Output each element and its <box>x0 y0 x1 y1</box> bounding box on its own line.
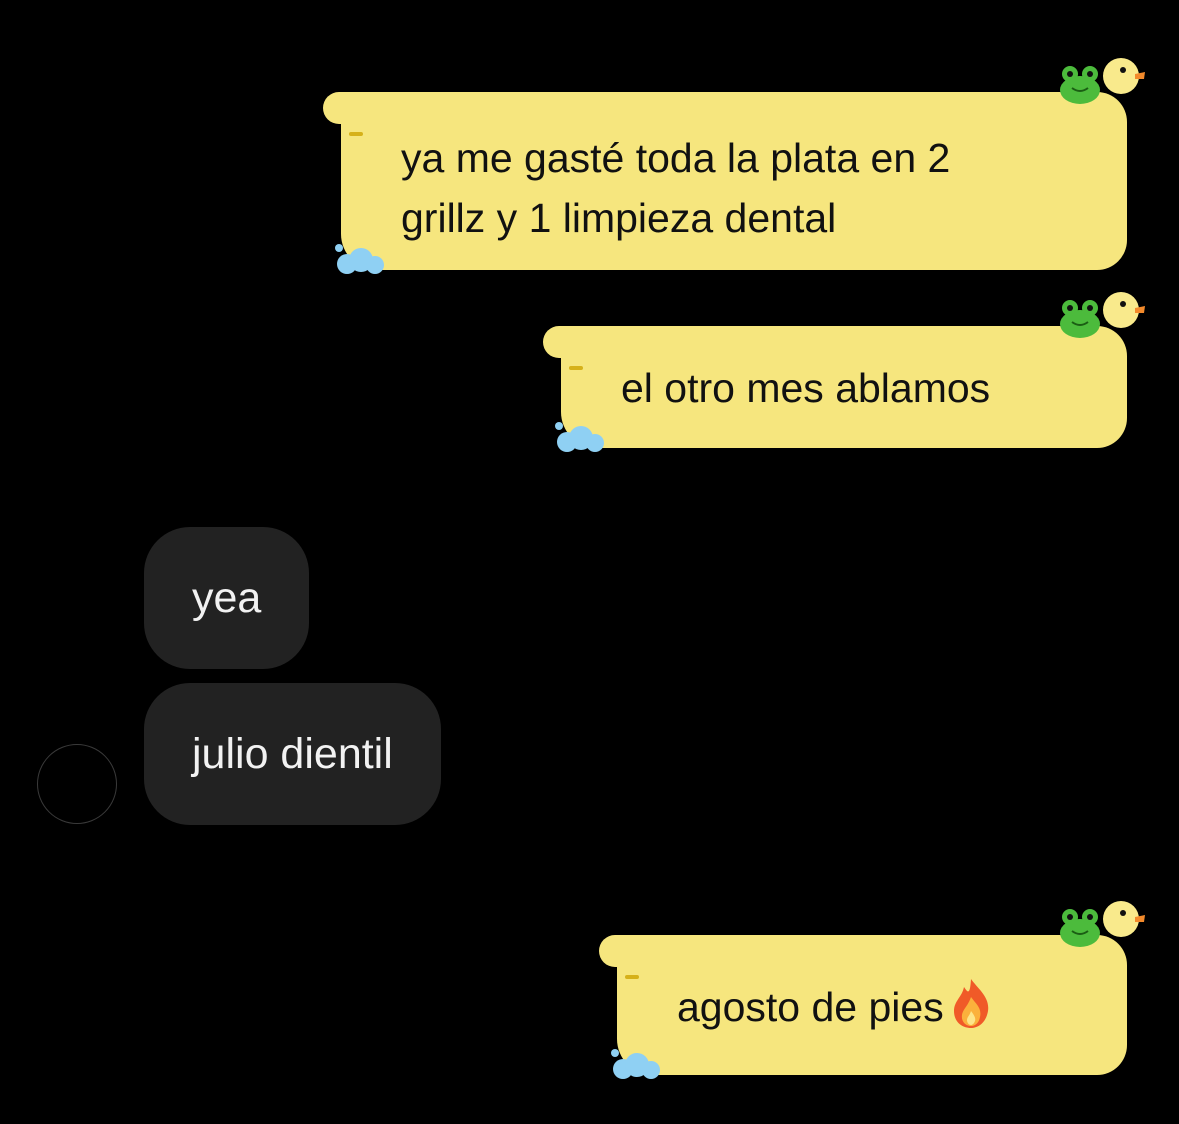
duck-tail-mark <box>625 975 639 979</box>
message-text: agosto de pies <box>677 984 944 1030</box>
bubble-tail <box>323 92 359 124</box>
avatar[interactable] <box>37 744 117 824</box>
message-bubble-received[interactable]: yea <box>144 527 310 669</box>
cloud-icon <box>611 1049 660 1079</box>
bubble-tail <box>543 326 579 358</box>
message-text: ya me gasté toda la plata en 2 grillz y … <box>401 135 951 241</box>
message-text: yea <box>192 574 262 622</box>
chat-thread: ya me gasté toda la plata en 2 grillz y … <box>0 0 1179 1124</box>
duck-tail-mark <box>569 366 583 370</box>
message-bubble-sent[interactable]: ya me gasté toda la plata en 2 grillz y … <box>323 58 1145 274</box>
cloud-icon <box>335 244 384 274</box>
message-bubble-sent[interactable]: el otro mes ablamos <box>543 292 1145 452</box>
duck-icon <box>1103 901 1145 937</box>
frog-icon <box>1060 300 1100 338</box>
cloud-icon <box>555 422 604 452</box>
message-text: el otro mes ablamos <box>621 365 991 411</box>
frog-icon <box>1060 66 1100 104</box>
bubble-tail <box>599 935 635 967</box>
duck-icon <box>1103 292 1145 328</box>
fire-icon <box>953 979 988 1028</box>
duck-tail-mark <box>349 132 363 136</box>
message-bubble-sent[interactable]: agosto de pies <box>599 901 1145 1079</box>
message-bubble-received[interactable]: julio dientil <box>144 683 441 825</box>
frog-icon <box>1060 909 1100 947</box>
message-text: julio dientil <box>192 730 393 778</box>
duck-icon <box>1103 58 1145 94</box>
